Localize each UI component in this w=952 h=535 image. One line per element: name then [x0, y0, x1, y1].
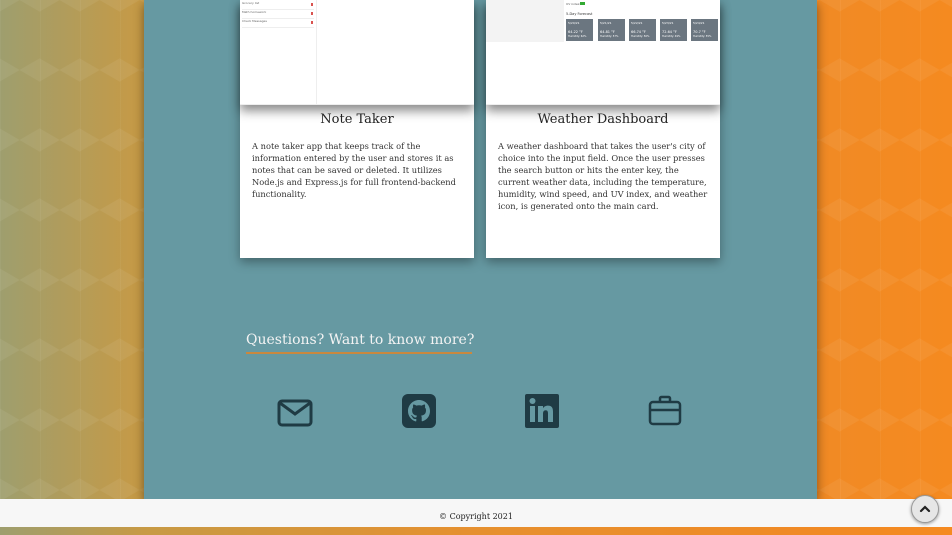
- linkedin-icon[interactable]: [524, 393, 560, 429]
- project-description: A note taker app that keeps track of the…: [252, 141, 456, 199]
- forecast-card: 5/20/21 64.22 °F Humidity: 62%: [566, 19, 593, 41]
- copyright-text: © Copyright 2021: [439, 512, 513, 521]
- chevron-up-icon: [919, 505, 931, 513]
- footer: © Copyright 2021: [0, 499, 952, 527]
- project-title: Weather Dashboard: [537, 112, 669, 127]
- uv-badge: [580, 2, 585, 5]
- portfolio-panel: Grocery list Math homework Check Message…: [144, 0, 817, 499]
- forecast-card: 5/22/21 66.74 °F Humidity: 56%: [629, 19, 656, 41]
- project-card-weather-dashboard[interactable]: UV index: 5-Day Forecast 5/20/21 64.22 °…: [486, 0, 720, 258]
- project-screenshot: Grocery list Math homework Check Message…: [240, 0, 474, 105]
- project-title: Note Taker: [320, 112, 394, 127]
- notes-list: Grocery list Math homework Check Message…: [240, 0, 317, 104]
- list-item: Check Messages: [242, 19, 314, 28]
- scroll-to-top-button[interactable]: [911, 495, 939, 523]
- project-description: A weather dashboard that takes the user'…: [498, 141, 708, 211]
- forecast-card: 5/21/21 64.81 °F Humidity: 57%: [598, 19, 625, 41]
- github-icon[interactable]: [401, 393, 437, 429]
- forecast-card: 5/23/21 72.64 °F Humidity: 49%: [660, 19, 687, 41]
- contact-heading: Questions? Want to know more?: [246, 332, 474, 354]
- envelope-icon[interactable]: [277, 393, 313, 429]
- list-item: Math homework: [242, 10, 314, 19]
- project-card-note-taker[interactable]: Grocery list Math homework Check Message…: [240, 0, 474, 258]
- briefcase-icon[interactable]: [647, 393, 683, 429]
- uv-label: UV index:: [566, 2, 581, 6]
- search-sidebar: [486, 0, 564, 42]
- forecast-title: 5-Day Forecast: [566, 12, 593, 16]
- forecast-card: 5/24/21 70.7 °F Humidity: 55%: [691, 19, 718, 41]
- project-screenshot: UV index: 5-Day Forecast 5/20/21 64.22 °…: [486, 0, 720, 105]
- list-item: Grocery list: [242, 1, 314, 10]
